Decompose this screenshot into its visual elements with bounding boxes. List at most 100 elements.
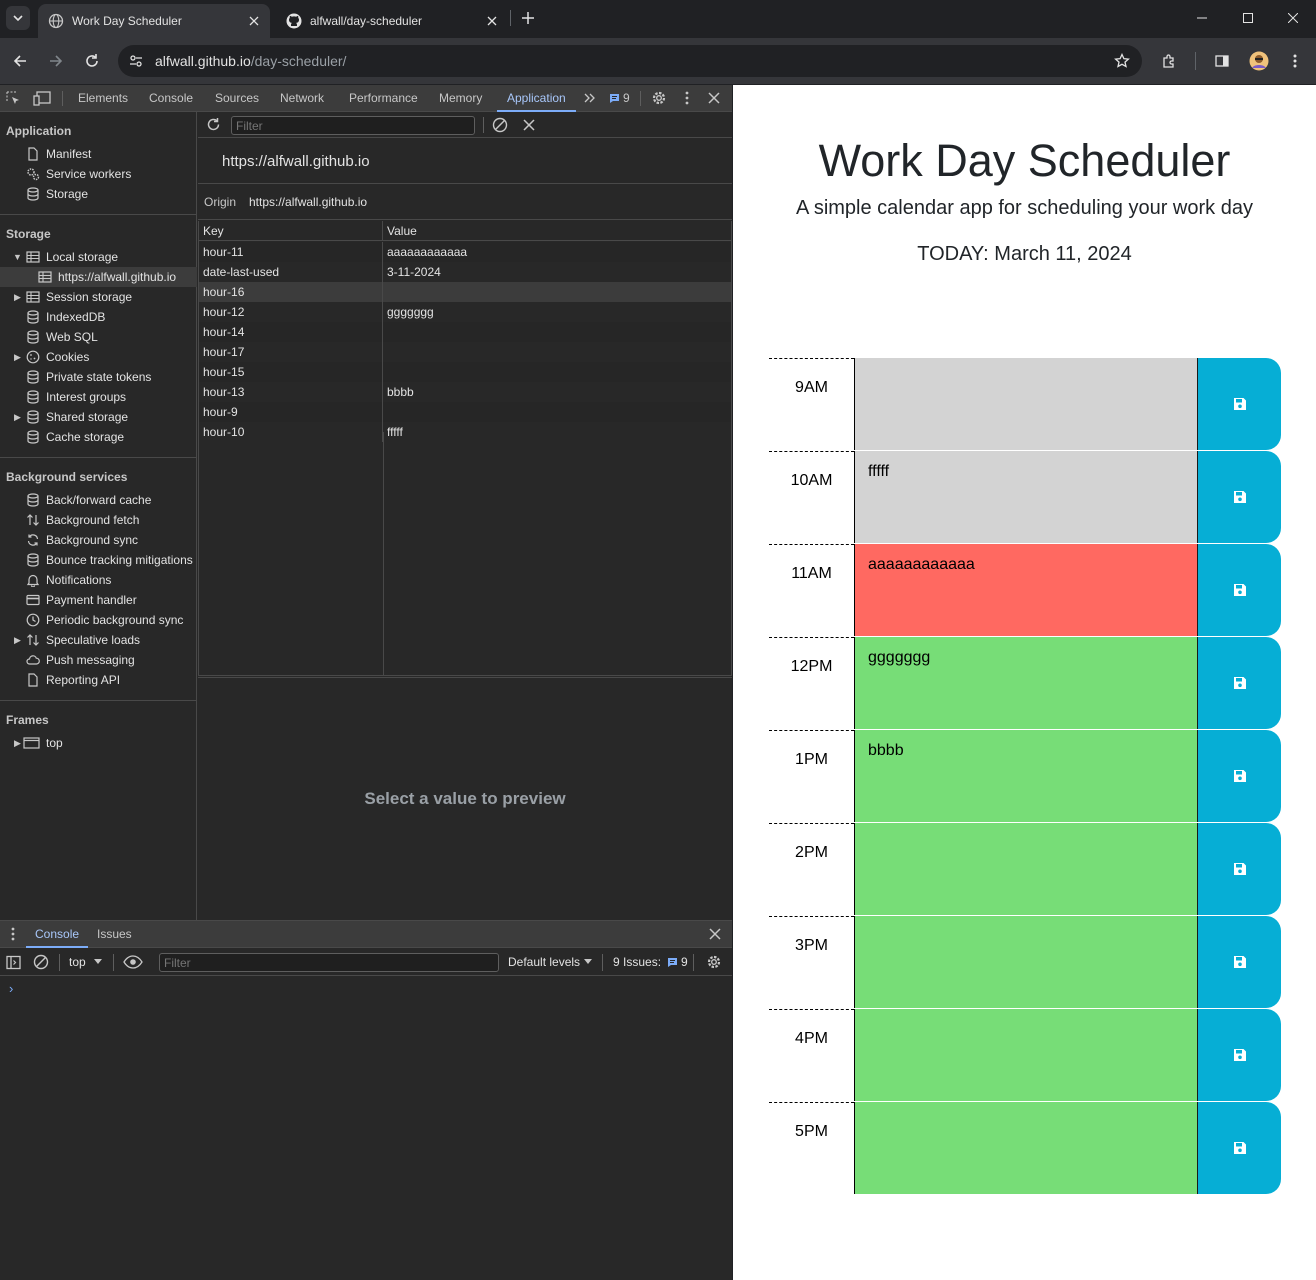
grid-cell-key[interactable]: hour-11 bbox=[199, 242, 383, 262]
table-row[interactable]: hour-15 bbox=[199, 362, 731, 382]
grid-header-key[interactable]: Key bbox=[199, 221, 383, 241]
grid-cell-key[interactable]: hour-16 bbox=[199, 282, 383, 302]
grid-cell-value[interactable] bbox=[383, 322, 731, 342]
drawer-tab-console[interactable]: Console bbox=[26, 921, 89, 948]
minimize-icon[interactable] bbox=[1179, 0, 1225, 36]
expanded-arrow-icon[interactable]: ▼ bbox=[13, 252, 22, 262]
table-row[interactable]: hour-17 bbox=[199, 342, 731, 362]
grid-cell-value[interactable]: ggggggg bbox=[383, 302, 731, 322]
collapsed-arrow-icon[interactable]: ▶ bbox=[14, 292, 21, 303]
sidebar-item-private-state-tokens[interactable]: Private state tokens bbox=[27, 367, 151, 387]
hour-description-textarea[interactable] bbox=[854, 916, 1197, 1008]
sidebar-item-push-messaging[interactable]: Push messaging bbox=[26, 650, 135, 670]
collapsed-arrow-icon[interactable]: ▶ bbox=[14, 635, 21, 646]
table-row[interactable]: hour-16 bbox=[199, 282, 731, 302]
close-drawer-icon[interactable] bbox=[709, 928, 721, 940]
devtools-tab-performance[interactable]: Performance bbox=[349, 85, 418, 112]
sidebar-item-bounce-tracking[interactable]: Bounce tracking mitigations bbox=[27, 550, 193, 570]
log-levels-dropdown[interactable]: Default levels bbox=[508, 955, 593, 969]
save-button[interactable] bbox=[1197, 451, 1281, 543]
bookmark-star-icon[interactable] bbox=[1114, 53, 1130, 69]
sidebar-item-notifications[interactable]: Notifications bbox=[26, 570, 111, 590]
table-row[interactable]: hour-14 bbox=[199, 322, 731, 342]
back-arrow-icon[interactable] bbox=[6, 47, 34, 75]
address-bar[interactable]: alfwall.github.io/day-scheduler/ bbox=[118, 45, 1142, 77]
save-button[interactable] bbox=[1197, 637, 1281, 729]
sidebar-item-background-fetch[interactable]: Background fetch bbox=[27, 510, 139, 530]
grid-cell-value[interactable]: fffff bbox=[383, 422, 731, 442]
sidebar-item-service-workers[interactable]: Service workers bbox=[27, 164, 131, 184]
close-window-icon[interactable] bbox=[1270, 0, 1316, 36]
profile-avatar[interactable] bbox=[1245, 47, 1273, 75]
grid-cell-key[interactable]: hour-12 bbox=[199, 302, 383, 322]
sidebar-item-web-sql[interactable]: Web SQL bbox=[27, 327, 98, 347]
grid-cell-value[interactable]: bbbb bbox=[383, 382, 731, 402]
save-button[interactable] bbox=[1197, 1102, 1281, 1194]
grid-cell-key[interactable]: hour-17 bbox=[199, 342, 383, 362]
sidebar-item-back-forward-cache[interactable]: Back/forward cache bbox=[27, 490, 151, 510]
collapsed-arrow-icon[interactable]: ▶ bbox=[14, 412, 21, 423]
devtools-tab-application[interactable]: Application bbox=[497, 85, 576, 112]
more-tabs-chevron-icon[interactable] bbox=[584, 92, 596, 104]
devtools-tab-sources[interactable]: Sources bbox=[215, 85, 259, 112]
console-filter-input[interactable] bbox=[159, 953, 499, 972]
clear-console-icon[interactable] bbox=[33, 954, 49, 970]
sidebar-item-cache-storage[interactable]: Cache storage bbox=[27, 427, 124, 447]
issues-counter[interactable]: 9 Issues: 9 bbox=[613, 955, 688, 969]
save-button[interactable] bbox=[1197, 358, 1281, 450]
storage-filter-input[interactable] bbox=[231, 116, 475, 135]
grid-cell-value[interactable] bbox=[383, 342, 731, 362]
grid-cell-value[interactable]: aaaaaaaaaaaa bbox=[383, 242, 731, 262]
grid-cell-key[interactable]: date-last-used bbox=[199, 262, 383, 282]
hour-description-textarea[interactable] bbox=[854, 1102, 1197, 1194]
close-devtools-icon[interactable] bbox=[708, 92, 720, 104]
close-tab-icon[interactable] bbox=[246, 13, 262, 29]
save-button[interactable] bbox=[1197, 823, 1281, 915]
table-row[interactable]: hour-10 fffff bbox=[199, 422, 731, 442]
grid-cell-key[interactable]: hour-15 bbox=[199, 362, 383, 382]
sidebar-item-frame-top[interactable]: top bbox=[23, 733, 63, 753]
console-settings-gear-icon[interactable] bbox=[706, 954, 722, 970]
hour-description-textarea[interactable]: ggggggg bbox=[854, 637, 1197, 729]
inspect-element-icon[interactable] bbox=[6, 91, 21, 106]
hour-description-textarea[interactable]: bbbb bbox=[854, 730, 1197, 822]
context-selector[interactable]: top bbox=[69, 955, 102, 969]
maximize-icon[interactable] bbox=[1225, 0, 1271, 36]
issues-badge[interactable]: 9 bbox=[609, 91, 630, 105]
device-toolbar-icon[interactable] bbox=[33, 91, 51, 106]
new-tab-plus-icon[interactable] bbox=[516, 6, 540, 30]
extensions-puzzle-icon[interactable] bbox=[1155, 47, 1183, 75]
refresh-icon[interactable] bbox=[206, 117, 221, 132]
table-row[interactable]: hour-12 ggggggg bbox=[199, 302, 731, 322]
devtools-tab-network[interactable]: Network bbox=[280, 85, 324, 112]
hour-description-textarea[interactable] bbox=[854, 358, 1197, 450]
sidebar-item-local-storage[interactable]: Local storage bbox=[26, 247, 118, 267]
grid-cell-key[interactable]: hour-10 bbox=[199, 422, 383, 442]
grid-cell-value[interactable] bbox=[383, 362, 731, 382]
grid-cell-value[interactable] bbox=[383, 282, 731, 302]
customize-menu-icon[interactable] bbox=[685, 91, 689, 105]
site-info-icon[interactable] bbox=[122, 49, 150, 73]
grid-cell-key[interactable]: hour-14 bbox=[199, 322, 383, 342]
table-row[interactable]: hour-11 aaaaaaaaaaaa bbox=[199, 242, 731, 262]
sidebar-item-speculative-loads[interactable]: Speculative loads bbox=[27, 630, 140, 650]
sidebar-item-background-sync[interactable]: Background sync bbox=[27, 530, 138, 550]
browser-tab-github-repo[interactable]: alfwall/day-scheduler bbox=[276, 4, 508, 38]
drawer-menu-icon[interactable] bbox=[11, 927, 15, 941]
reload-icon[interactable] bbox=[78, 47, 106, 75]
hour-description-textarea[interactable] bbox=[854, 823, 1197, 915]
sidebar-item-payment-handler[interactable]: Payment handler bbox=[26, 590, 137, 610]
table-row[interactable]: hour-9 bbox=[199, 402, 731, 422]
show-sidebar-icon[interactable] bbox=[6, 955, 21, 970]
sidebar-item-shared-storage[interactable]: Shared storage bbox=[27, 407, 128, 427]
grid-cell-key[interactable]: hour-9 bbox=[199, 402, 383, 422]
collapsed-arrow-icon[interactable]: ▶ bbox=[14, 738, 21, 749]
live-expression-eye-icon[interactable] bbox=[123, 955, 143, 969]
hour-description-textarea[interactable] bbox=[854, 1009, 1197, 1101]
sidebar-item-session-storage[interactable]: Session storage bbox=[26, 287, 132, 307]
save-button[interactable] bbox=[1197, 1009, 1281, 1101]
delete-selected-x-icon[interactable] bbox=[523, 119, 535, 131]
sidebar-item-interest-groups[interactable]: Interest groups bbox=[27, 387, 126, 407]
sidebar-item-cookies[interactable]: Cookies bbox=[26, 347, 89, 367]
close-tab-icon[interactable] bbox=[484, 13, 500, 29]
